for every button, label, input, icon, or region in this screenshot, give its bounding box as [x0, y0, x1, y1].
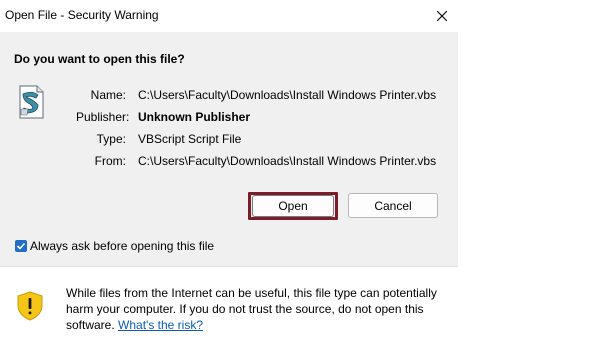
close-icon [437, 11, 447, 21]
open-button[interactable]: Open [252, 195, 334, 217]
security-warning-dialog: Open File - Security Warning Do you want… [0, 0, 458, 339]
name-label: Name: [90, 88, 126, 102]
always-ask-checkbox[interactable] [15, 240, 27, 252]
whats-the-risk-link[interactable]: What's the risk? [118, 318, 203, 332]
publisher-label: Publisher: [76, 110, 130, 124]
window-title: Open File - Security Warning [5, 8, 159, 22]
warning-message: While files from the Internet can be use… [66, 285, 451, 333]
cancel-button[interactable]: Cancel [348, 193, 438, 218]
from-label: From: [94, 154, 126, 168]
shield-warning-icon [17, 291, 43, 321]
title-bar: Open File - Security Warning [0, 0, 458, 32]
name-value: C:\Users\Faculty\Downloads\Install Windo… [138, 88, 437, 102]
always-ask-label[interactable]: Always ask before opening this file [30, 239, 214, 253]
publisher-value: Unknown Publisher [138, 110, 251, 124]
warning-section: While files from the Internet can be use… [0, 266, 458, 339]
question-heading: Do you want to open this file? [14, 52, 185, 66]
type-label: Type: [96, 132, 126, 146]
close-button[interactable] [428, 3, 456, 29]
from-value: C:\Users\Faculty\Downloads\Install Windo… [138, 154, 437, 168]
checkmark-icon [16, 242, 26, 250]
vbscript-file-icon [19, 85, 44, 119]
dialog-body: Do you want to open this file? Name: C:\… [0, 32, 458, 266]
type-value: VBScript Script File [138, 132, 242, 146]
